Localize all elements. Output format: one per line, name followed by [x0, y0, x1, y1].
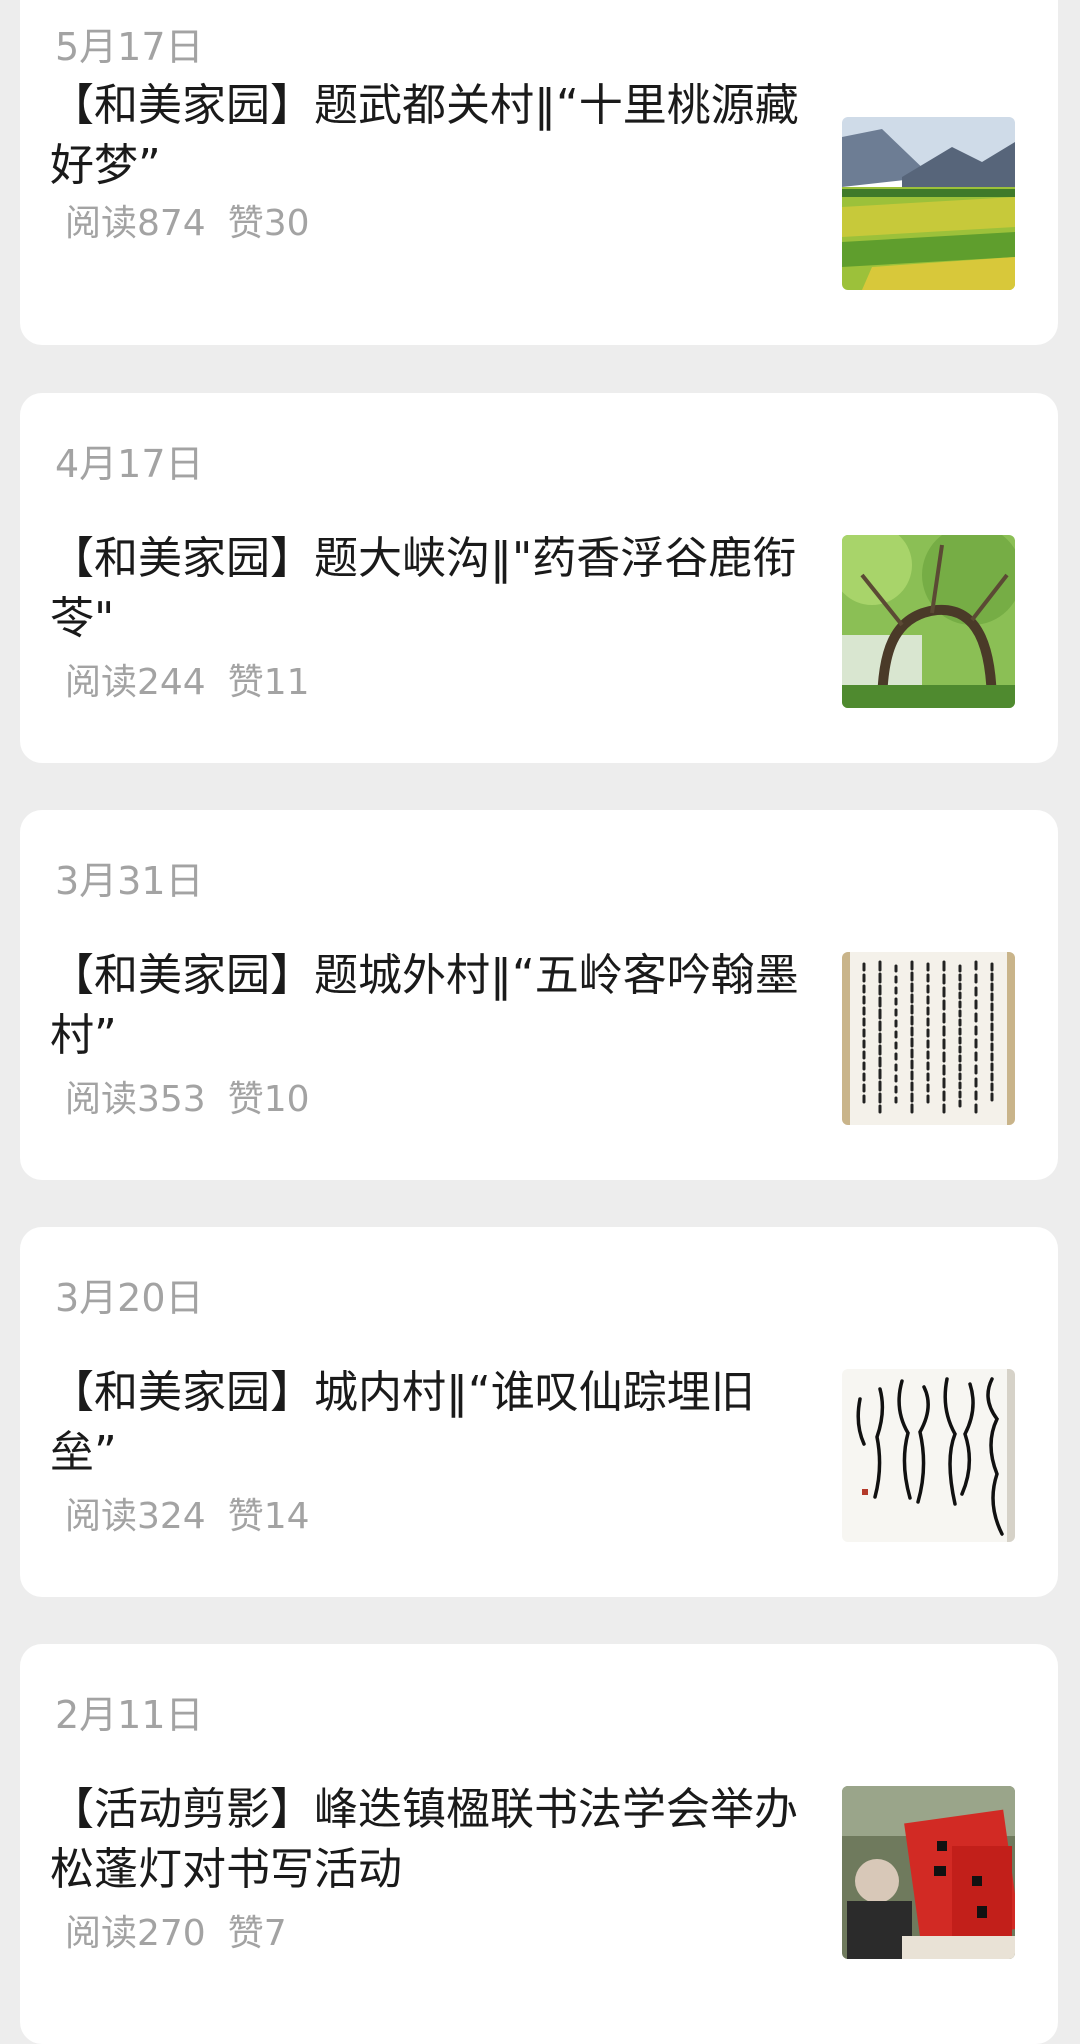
article-thumbnail[interactable]: [842, 952, 1015, 1125]
valley-fields-image: [842, 117, 1015, 290]
article-feed: 5月17日 【和美家园】题武都关村‖“十里桃源藏好梦” 阅读874 赞30 4月1…: [0, 0, 1080, 2044]
read-count: 阅读270: [65, 1913, 206, 1954]
couplet-writing-event-image: [842, 1786, 1015, 1959]
read-count: 阅读324: [65, 1496, 206, 1537]
read-count: 阅读874: [65, 203, 206, 244]
article-title[interactable]: 【和美家园】题武都关村‖“十里桃源藏好梦”: [50, 76, 820, 196]
article-stats: 阅读874 赞30: [65, 206, 310, 242]
like-count: 赞7: [227, 1913, 287, 1954]
article-card[interactable]: 5月17日 【和美家园】题武都关村‖“十里桃源藏好梦” 阅读874 赞30: [20, 0, 1058, 345]
article-date: 3月31日: [55, 859, 204, 903]
article-card[interactable]: 4月17日 【和美家园】题大峡沟‖"药香浮谷鹿衔苓" 阅读244 赞11: [20, 393, 1058, 763]
article-stats: 阅读324 赞14: [65, 1499, 310, 1535]
article-date: 5月17日: [55, 25, 204, 69]
like-count: 赞11: [227, 662, 310, 703]
like-count: 赞14: [227, 1496, 310, 1537]
article-title[interactable]: 【和美家园】城内村‖“谁叹仙踪埋旧垒”: [50, 1363, 820, 1483]
like-count: 赞30: [227, 203, 310, 244]
article-thumbnail[interactable]: [842, 117, 1015, 290]
article-title[interactable]: 【和美家园】题城外村‖“五岭客吟翰墨村”: [50, 946, 820, 1066]
article-card[interactable]: 3月20日 【和美家园】城内村‖“谁叹仙踪埋旧垒” 阅读324 赞14: [20, 1227, 1058, 1597]
calligraphy-scroll-image: [842, 952, 1015, 1125]
article-card[interactable]: 2月11日 【活动剪影】峰迭镇楹联书法学会举办松蓬灯对书写活动 阅读270 赞7: [20, 1644, 1058, 2044]
article-date: 2月11日: [55, 1693, 204, 1737]
like-count: 赞10: [227, 1079, 310, 1120]
article-title[interactable]: 【和美家园】题大峡沟‖"药香浮谷鹿衔苓": [50, 529, 820, 649]
article-card[interactable]: 3月31日 【和美家园】题城外村‖“五岭客吟翰墨村” 阅读353 赞10: [20, 810, 1058, 1180]
read-count: 阅读244: [65, 662, 206, 703]
article-stats: 阅读244 赞11: [65, 665, 310, 701]
arched-tree-image: [842, 535, 1015, 708]
article-title[interactable]: 【活动剪影】峰迭镇楹联书法学会举办松蓬灯对书写活动: [50, 1780, 820, 1900]
article-thumbnail[interactable]: [842, 535, 1015, 708]
read-count: 阅读353: [65, 1079, 206, 1120]
article-date: 4月17日: [55, 442, 204, 486]
article-thumbnail[interactable]: [842, 1786, 1015, 1959]
article-date: 3月20日: [55, 1276, 204, 1320]
calligraphy-cursive-image: [842, 1369, 1015, 1542]
article-thumbnail[interactable]: [842, 1369, 1015, 1542]
article-stats: 阅读270 赞7: [65, 1916, 287, 1952]
article-stats: 阅读353 赞10: [65, 1082, 310, 1118]
